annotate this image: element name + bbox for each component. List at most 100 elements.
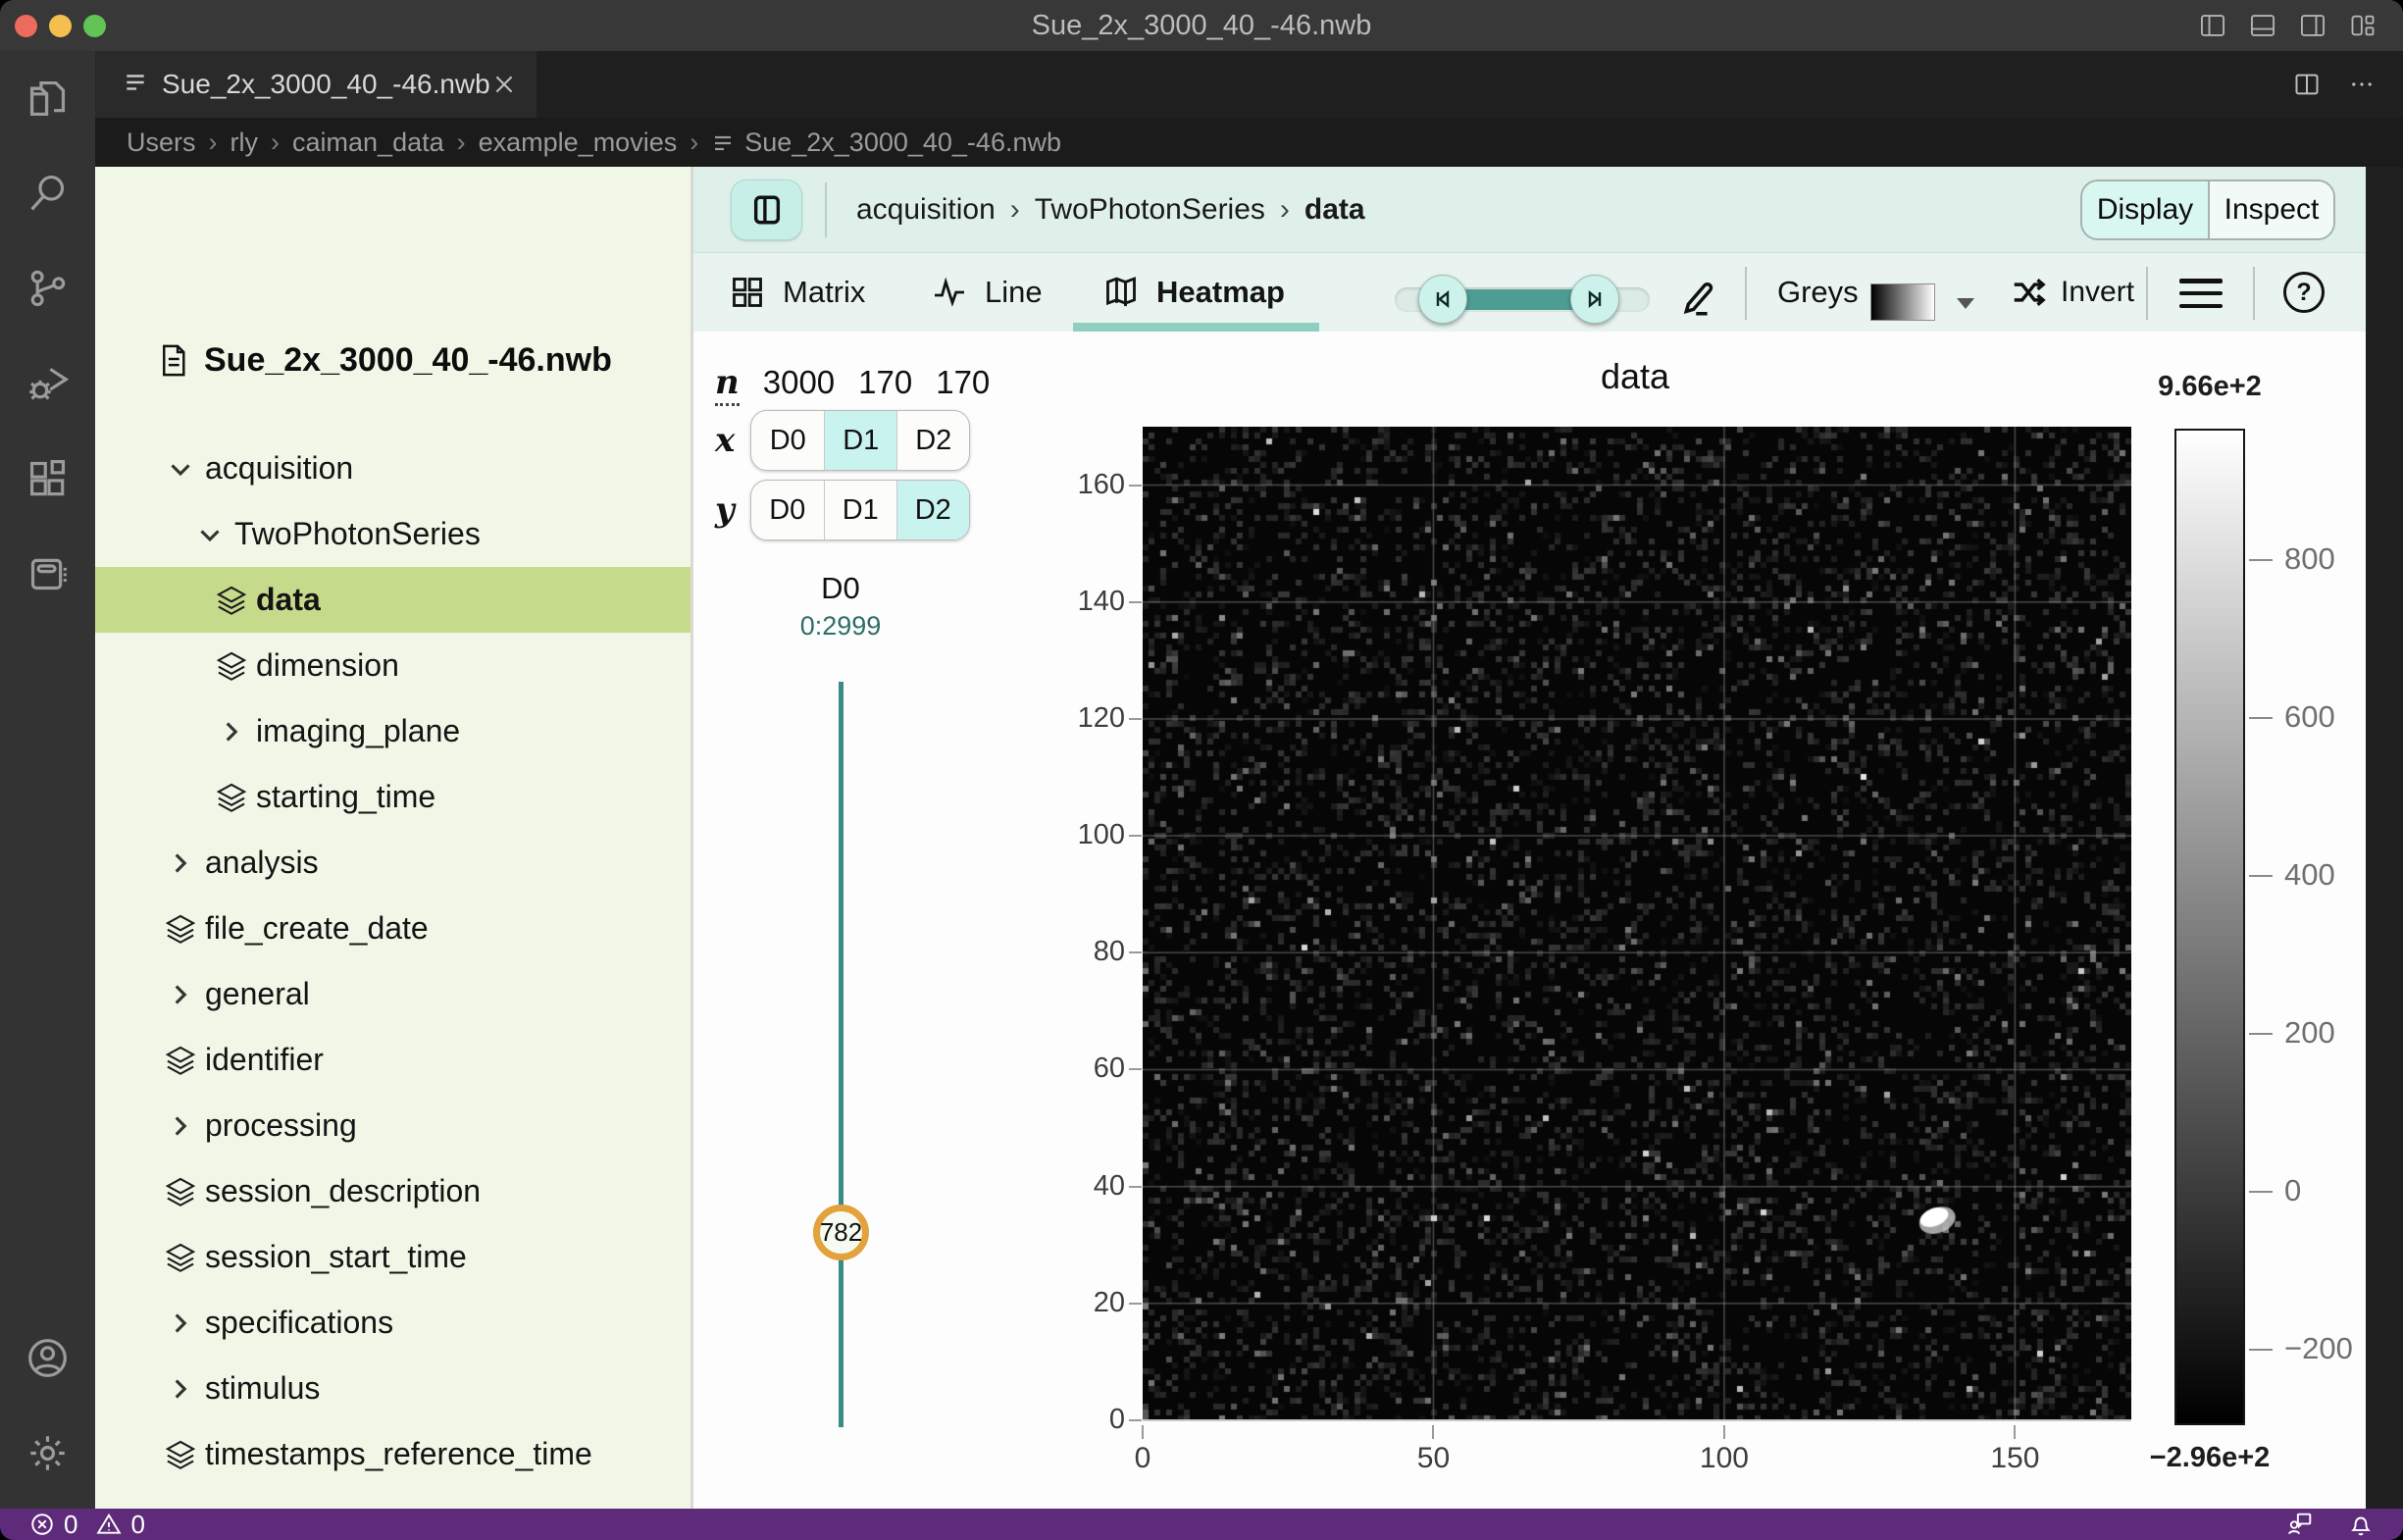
invert-label: Invert — [2061, 276, 2134, 309]
menu-button[interactable] — [2179, 279, 2223, 308]
colorbar-tick-label: −200 — [2284, 1331, 2353, 1366]
tree-item-data[interactable]: data — [95, 567, 690, 633]
notifications-bell-icon[interactable] — [2348, 1512, 2374, 1537]
tree-item-session_description[interactable]: session_description — [95, 1158, 690, 1224]
frame-index-slider[interactable] — [839, 682, 844, 1427]
breadcrumb-item[interactable]: rly — [230, 128, 259, 158]
feedback-icon[interactable] — [2287, 1512, 2313, 1537]
activity-account-icon[interactable] — [26, 1336, 70, 1380]
inspect-mode-button[interactable]: Inspect — [2208, 181, 2333, 238]
breadcrumb-item[interactable]: caiman_data — [292, 128, 444, 158]
pencil-icon — [1677, 278, 1718, 319]
breadcrumb-file-item[interactable]: Sue_2x_3000_40_-46.nwb — [711, 128, 1061, 158]
display-inspect-switch: Display Inspect — [2080, 180, 2335, 240]
colorbar-tick-mark — [2249, 559, 2273, 561]
activity-explorer-icon[interactable] — [26, 77, 70, 121]
colorbar-gradient — [2174, 429, 2245, 1425]
tab-matrix[interactable]: Matrix — [730, 253, 865, 332]
toggle-sidebar-right-icon[interactable] — [2298, 12, 2327, 39]
tree-item-starting_time[interactable]: starting_time — [95, 764, 690, 830]
tree-item-acquisition[interactable]: acquisition — [95, 436, 690, 501]
error-icon — [29, 1512, 55, 1537]
tree-item-processing[interactable]: processing — [95, 1093, 690, 1158]
edit-button[interactable] — [1677, 278, 1718, 319]
y-tick-mark — [1129, 1419, 1142, 1421]
help-button[interactable]: ? — [2283, 272, 2325, 313]
frame-index-value: 782 — [820, 1217, 862, 1248]
close-tab-icon[interactable] — [491, 72, 517, 97]
range-start-handle[interactable] — [1418, 275, 1467, 324]
tab-line[interactable]: Line — [932, 253, 1043, 332]
y-tick-label: 20 — [1047, 1287, 1125, 1319]
tree-item-identifier[interactable]: identifier — [95, 1027, 690, 1093]
toggle-tree-panel-button[interactable] — [731, 180, 802, 240]
more-actions-icon[interactable] — [2348, 71, 2376, 98]
breadcrumb-separator: › — [271, 128, 280, 158]
colormap-dropdown-caret-icon[interactable] — [1957, 298, 1974, 309]
viewer-breadcrumb-item[interactable]: data — [1304, 193, 1365, 227]
toolbar-divider — [1745, 267, 1747, 320]
display-mode-button[interactable]: Display — [2082, 181, 2208, 238]
breadcrumb-item[interactable]: example_movies — [479, 128, 678, 158]
y-dim-option-D0[interactable]: D0 — [751, 481, 824, 539]
slider-range-label: 0:2999 — [787, 611, 895, 642]
tree-item-analysis[interactable]: analysis — [95, 830, 690, 896]
shape-row: n 3000170170 — [715, 363, 990, 406]
customize-layout-icon[interactable] — [2348, 12, 2377, 39]
viewer-breadcrumb-item[interactable]: TwoPhotonSeries — [1035, 193, 1265, 227]
slider-dimension-label: D0 — [801, 571, 880, 606]
tree-item-specifications[interactable]: specifications — [95, 1290, 690, 1356]
split-editor-icon[interactable] — [2293, 71, 2321, 98]
colorbar-tick-mark — [2249, 1033, 2273, 1035]
viewer-breadcrumb-item[interactable]: acquisition — [856, 193, 996, 227]
activity-nwb-extension-icon[interactable] — [26, 551, 70, 595]
layers-icon — [215, 584, 248, 617]
tree-item-label: data — [256, 582, 321, 618]
invert-colormap-button[interactable]: Invert — [2010, 253, 2134, 332]
breadcrumb-item[interactable]: Users — [127, 128, 196, 158]
activity-settings-icon[interactable] — [26, 1431, 70, 1475]
tree-item-session_start_time[interactable]: session_start_time — [95, 1224, 690, 1290]
activity-search-icon[interactable] — [26, 171, 70, 215]
tree-item-file_create_date[interactable]: file_create_date — [95, 896, 690, 961]
activity-extensions-icon[interactable] — [26, 456, 70, 500]
y-tick-label: 60 — [1047, 1052, 1125, 1085]
app-window: Sue_2x_3000_40_-46.nwb Sue_2x_3000_40_-4… — [0, 0, 2403, 1540]
activity-run-debug-icon[interactable] — [26, 361, 70, 405]
colormap-gradient-swatch[interactable] — [1870, 283, 1935, 321]
frame-index-thumb[interactable]: 782 — [813, 1205, 869, 1260]
tree-item-general[interactable]: general — [95, 961, 690, 1027]
x-dim-option-D2[interactable]: D2 — [896, 411, 969, 470]
toggle-panel-bottom-icon[interactable] — [2248, 12, 2277, 39]
tree-item-label: starting_time — [256, 779, 435, 815]
tree-item-imaging_plane[interactable]: imaging_plane — [95, 698, 690, 764]
tab-heatmap[interactable]: Heatmap — [1103, 253, 1285, 332]
y-tick-mark — [1129, 1068, 1142, 1070]
problems-indicator[interactable]: 0 0 — [29, 1510, 145, 1540]
chevron-down-icon — [193, 518, 227, 551]
x-label: x — [715, 421, 735, 460]
breadcrumb: Users›rly›caiman_data›example_movies›Sue… — [95, 118, 2403, 167]
tree-item-stimulus[interactable]: stimulus — [95, 1356, 690, 1421]
range-end-handle[interactable] — [1570, 275, 1619, 324]
frame-range-slider[interactable] — [1395, 287, 1650, 312]
warning-count: 0 — [130, 1510, 144, 1540]
x-dim-option-D1[interactable]: D1 — [824, 411, 896, 470]
y-dim-option-D2[interactable]: D2 — [896, 481, 969, 539]
toggle-sidebar-left-icon[interactable] — [2198, 12, 2227, 39]
chevron-right-icon — [164, 847, 197, 880]
viewer-breadcrumb: acquisition›TwoPhotonSeries›data — [856, 167, 1365, 253]
y-dim-option-D1[interactable]: D1 — [824, 481, 896, 539]
activity-source-control-icon[interactable] — [26, 266, 70, 310]
y-dimension-selector: D0D1D2 — [750, 480, 970, 540]
tree-item-TwoPhotonSeries[interactable]: TwoPhotonSeries — [95, 501, 690, 567]
viewer-breadcrumb-separator: › — [1010, 193, 1020, 227]
tree-item-timestamps_reference_time[interactable]: timestamps_reference_time — [95, 1421, 690, 1487]
x-dim-option-D0[interactable]: D0 — [751, 411, 824, 470]
shape-dimension-value: 170 — [858, 364, 912, 401]
tree-item-dimension[interactable]: dimension — [95, 633, 690, 698]
y-label: y — [715, 490, 735, 530]
tab-nwb-file[interactable]: Sue_2x_3000_40_-46.nwb — [95, 51, 537, 118]
layers-icon — [164, 1175, 197, 1208]
heatmap-plot[interactable] — [1143, 427, 2131, 1420]
